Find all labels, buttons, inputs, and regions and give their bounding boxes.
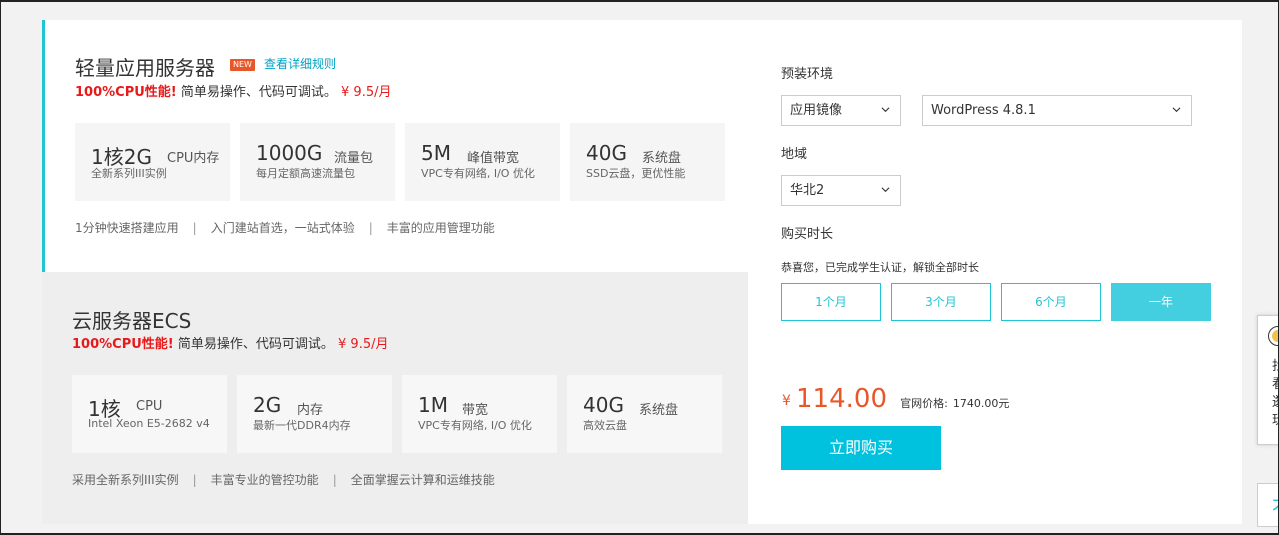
feature-item: 入门建站首选，一站式体验 <box>210 221 355 235</box>
currency-symbol: ¥ <box>782 393 791 409</box>
spec-value: 40G <box>583 393 624 417</box>
price-amount: 114.00 <box>796 384 887 414</box>
spec-sub: VPC专有网络, I/O 优化 <box>421 167 535 180</box>
product-card-ecs[interactable]: 云服务器ECS 100%CPU性能! 简单易操作、代码可调试。 ¥ 9.5/月 … <box>42 272 748 524</box>
detail-rules-link[interactable]: 查看详细规则 <box>264 55 336 72</box>
spec-unit: 流量包 <box>334 151 374 166</box>
side-widget-bottom-char: 不 <box>1272 494 1279 520</box>
side-float-widget[interactable]: 找 看 逛 玩 <box>1257 315 1279 445</box>
region-select[interactable]: 华北2 <box>781 175 901 206</box>
duration-3-months[interactable]: 3个月 <box>891 283 991 321</box>
lightweight-desc: 100%CPU性能! 简单易操作、代码可调试。 ¥ 9.5/月 <box>75 81 391 100</box>
region-label: 地域 <box>781 147 808 162</box>
spec-value: 1M <box>418 393 448 417</box>
original-price-label: 官网价格: <box>900 397 948 410</box>
duration-label: 购买时长 <box>781 227 834 242</box>
env-label: 预装环境 <box>781 67 834 82</box>
feature-separator: | <box>192 221 197 235</box>
cpu-highlight: 100%CPU性能! <box>72 337 174 352</box>
coin-icon <box>1268 326 1279 346</box>
spec-sub: 最新一代DDR4内存 <box>253 419 351 432</box>
chevron-down-icon <box>1172 107 1181 113</box>
spec-sub: VPC专有网络, I/O 优化 <box>418 419 532 432</box>
spec-disk: 40G 系统盘 高效云盘 <box>567 375 722 453</box>
ecs-desc: 100%CPU性能! 简单易操作、代码可调试。 ¥ 9.5/月 <box>72 333 388 352</box>
region-value: 华北2 <box>790 183 825 198</box>
spec-memory: 2G 内存 最新一代DDR4内存 <box>237 375 392 453</box>
new-badge: NEW <box>230 59 255 71</box>
spec-unit: CPU内存 <box>167 151 220 166</box>
spec-sub: 每月定额高速流量包 <box>256 167 355 180</box>
spec-unit: 内存 <box>297 403 324 418</box>
feature-separator: | <box>368 221 373 235</box>
feature-separator: | <box>332 473 337 487</box>
spec-unit: 带宽 <box>462 403 489 418</box>
feature-item: 全面掌握云计算和运维技能 <box>350 473 495 487</box>
env-image-value: WordPress 4.8.1 <box>931 103 1036 118</box>
spec-unit: CPU <box>136 399 163 414</box>
duration-6-months[interactable]: 6个月 <box>1001 283 1101 321</box>
feature-item: 1分钟快速搭建应用 <box>75 221 179 235</box>
spec-value: 40G <box>586 141 627 165</box>
student-note: 恭喜您，已完成学生认证，解锁全部时长 <box>781 261 979 274</box>
spec-sub: Intel Xeon E5-2682 v4 <box>88 417 210 430</box>
spec-cpu: 1核 CPU Intel Xeon E5-2682 v4 <box>72 375 227 453</box>
spec-unit: 峰值带宽 <box>467 151 520 166</box>
ecs-features: 采用全新系列III实例 | 丰富专业的管控功能 | 全面掌握云计算和运维技能 <box>72 471 495 488</box>
feature-item: 采用全新系列III实例 <box>72 473 179 487</box>
feature-item: 丰富的应用管理功能 <box>386 221 495 235</box>
product-card-lightweight[interactable]: 轻量应用服务器 NEW 查看详细规则 100%CPU性能! 简单易操作、代码可调… <box>42 20 748 272</box>
spec-value: 1000G <box>256 141 323 165</box>
original-price-value: 1740.00元 <box>952 397 1010 410</box>
spec-unit: 系统盘 <box>642 151 682 166</box>
spec-bandwidth: 1M 带宽 VPC专有网络, I/O 优化 <box>402 375 557 453</box>
duration-1-month[interactable]: 1个月 <box>781 283 881 321</box>
buy-now-button[interactable]: 立即购买 <box>781 426 941 470</box>
env-type-select[interactable]: 应用镜像 <box>781 95 901 126</box>
spec-bandwidth: 5M 峰值带宽 VPC专有网络, I/O 优化 <box>405 123 560 201</box>
lightweight-features: 1分钟快速搭建应用 | 入门建站首选，一站式体验 | 丰富的应用管理功能 <box>75 219 495 236</box>
desc-text: 简单易操作、代码可调试。 <box>177 337 334 352</box>
feature-separator: | <box>192 473 197 487</box>
desc-text: 简单易操作、代码可调试。 <box>180 85 337 100</box>
spec-sub: SSD云盘，更优性能 <box>586 167 686 180</box>
lightweight-title: 轻量应用服务器 <box>75 56 215 80</box>
chevron-down-icon <box>881 187 890 193</box>
feature-item: 丰富专业的管控功能 <box>210 473 319 487</box>
env-image-select[interactable]: WordPress 4.8.1 <box>922 95 1192 126</box>
spec-traffic: 1000G 流量包 每月定额高速流量包 <box>240 123 395 201</box>
side-float-widget-bottom[interactable]: 不 <box>1257 483 1279 527</box>
side-widget-text: 找 看 逛 玩 <box>1272 359 1279 428</box>
spec-sub: 高效云盘 <box>583 419 627 432</box>
duration-1-year[interactable]: 一年 <box>1111 283 1211 321</box>
spec-value: 5M <box>421 141 451 165</box>
spec-unit: 系统盘 <box>639 403 679 418</box>
spec-value: 2G <box>253 393 282 417</box>
spec-cpu-memory: 1核2G CPU内存 全新系列III实例 <box>75 123 230 201</box>
desc-price: ¥ 9.5/月 <box>338 337 389 352</box>
chevron-down-icon <box>881 107 890 113</box>
cpu-highlight: 100%CPU性能! <box>75 85 177 100</box>
desc-price: ¥ 9.5/月 <box>341 85 392 100</box>
ecs-title: 云服务器ECS <box>72 309 192 333</box>
spec-disk: 40G 系统盘 SSD云盘，更优性能 <box>570 123 725 201</box>
env-type-value: 应用镜像 <box>790 103 843 118</box>
price-display: ¥ 114.00 官网价格: 1740.00元 <box>782 384 1009 414</box>
spec-sub: 全新系列III实例 <box>91 167 167 180</box>
